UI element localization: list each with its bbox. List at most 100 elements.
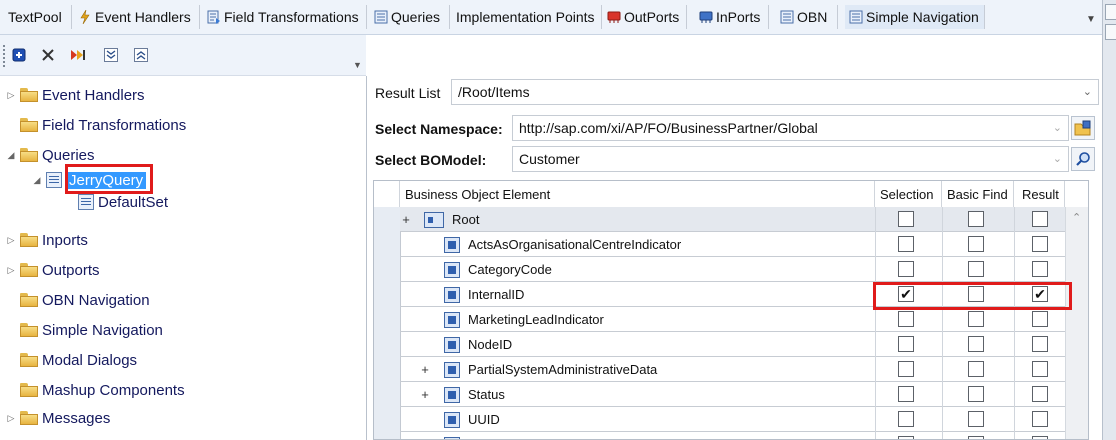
grid-divider: [875, 257, 876, 282]
selection-checkbox[interactable]: [898, 436, 914, 439]
basic-find-checkbox[interactable]: [968, 436, 984, 439]
selection-checkbox[interactable]: [898, 336, 914, 352]
column-header-element[interactable]: Business Object Element: [400, 181, 875, 207]
tree-item-mashup-components[interactable]: Mashup Components: [6, 378, 185, 402]
table-row[interactable]: MarketingLeadIndicator: [400, 307, 1065, 332]
table-row[interactable]: [400, 432, 1065, 439]
element-cell: ActsAsOrganisationalCentreIndicator: [444, 232, 681, 257]
collapse-arrow-icon[interactable]: ◢: [6, 150, 16, 161]
result-checkbox[interactable]: [1032, 386, 1048, 402]
basic-find-checkbox[interactable]: [968, 261, 984, 277]
scroll-up-icon[interactable]: ⌃: [1072, 211, 1081, 224]
table-row[interactable]: + PartialSystemAdministrativeData: [400, 357, 1065, 382]
expand-arrow-icon[interactable]: ▷: [6, 413, 16, 424]
tree-item-field-transformations[interactable]: Field Transformations: [6, 113, 186, 137]
tree-item-inports[interactable]: ▷ Inports: [6, 228, 88, 252]
tree-item-obn-navigation[interactable]: OBN Navigation: [6, 288, 150, 312]
bomodel-dropdown[interactable]: Customer ⌄: [512, 146, 1069, 172]
basic-find-checkbox[interactable]: [968, 236, 984, 252]
tab-implementation-points[interactable]: Implementation Points: [452, 5, 602, 29]
tab-obn[interactable]: OBN: [776, 5, 838, 29]
table-row[interactable]: + Status: [400, 382, 1065, 407]
namespace-dropdown[interactable]: http://sap.com/xi/AP/FO/BusinessPartner/…: [512, 115, 1069, 141]
result-checkbox[interactable]: [1032, 336, 1048, 352]
collapse-all-button[interactable]: [131, 45, 151, 65]
result-checkbox[interactable]: [1032, 436, 1048, 439]
result-checkbox[interactable]: [1032, 361, 1048, 377]
expand-all-icon: [104, 48, 118, 62]
selection-checkbox[interactable]: [898, 236, 914, 252]
basic-find-checkbox[interactable]: [968, 286, 984, 302]
search-bomodel-button[interactable]: [1071, 147, 1095, 171]
tree-item-queries[interactable]: ◢ Queries: [6, 143, 95, 167]
result-checkbox[interactable]: [1032, 261, 1048, 277]
tab-outports[interactable]: OutPorts: [603, 5, 687, 29]
business-object-grid: Business Object Element Selection Basic …: [373, 180, 1089, 440]
element-name: ActsAsOrganisationalCentreIndicator: [468, 237, 682, 252]
expand-arrow-icon[interactable]: ▷: [6, 90, 16, 101]
tab-overflow-chevron-icon[interactable]: ▼: [1086, 14, 1096, 25]
forward-button[interactable]: [68, 45, 88, 65]
vertical-scrollbar[interactable]: ⌃: [1065, 207, 1088, 439]
side-panel-tab[interactable]: [1105, 24, 1116, 40]
basic-find-checkbox[interactable]: [968, 361, 984, 377]
selection-checkbox[interactable]: [898, 261, 914, 277]
selection-checkbox[interactable]: [898, 311, 914, 327]
column-header-selection[interactable]: Selection: [875, 181, 942, 207]
result-list-dropdown[interactable]: /Root/Items ⌄: [451, 79, 1099, 105]
tab-event-handlers[interactable]: Event Handlers: [74, 5, 200, 29]
tab-queries[interactable]: Queries: [370, 5, 450, 29]
basic-find-checkbox[interactable]: [968, 411, 984, 427]
result-checkbox[interactable]: ✔: [1032, 286, 1048, 302]
tree-item-modal-dialogs[interactable]: Modal Dialogs: [6, 348, 137, 372]
basic-find-checkbox[interactable]: [968, 336, 984, 352]
expand-node-icon[interactable]: +: [420, 362, 430, 377]
result-checkbox[interactable]: [1032, 211, 1048, 227]
delete-button[interactable]: [38, 45, 58, 65]
table-row[interactable]: InternalID ✔ ✔: [400, 282, 1065, 307]
expand-arrow-icon[interactable]: ▷: [6, 265, 16, 276]
selection-checkbox[interactable]: [898, 411, 914, 427]
browse-namespace-button[interactable]: [1071, 116, 1095, 140]
result-checkbox[interactable]: [1032, 236, 1048, 252]
table-row[interactable]: CategoryCode: [400, 257, 1065, 282]
tree-item-defaultset[interactable]: DefaultSet: [78, 190, 168, 214]
tree-item-simple-navigation[interactable]: Simple Navigation: [6, 318, 163, 342]
column-header-result[interactable]: Result: [1014, 181, 1065, 207]
tab-inports[interactable]: InPorts: [695, 5, 769, 29]
table-row[interactable]: + Root: [400, 207, 1065, 232]
tree-item-messages[interactable]: ▷ Messages: [6, 406, 111, 430]
collapse-all-icon: [134, 48, 148, 62]
table-row[interactable]: ActsAsOrganisationalCentreIndicator: [400, 232, 1065, 257]
table-row[interactable]: UUID: [400, 407, 1065, 432]
tree-item-event-handlers[interactable]: ▷ Event Handlers: [6, 83, 145, 107]
selection-checkbox[interactable]: [898, 211, 914, 227]
toolbar-grip[interactable]: [3, 45, 5, 67]
add-button[interactable]: [9, 45, 29, 65]
tab-textpool[interactable]: TextPool: [4, 5, 72, 29]
expand-node-icon[interactable]: +: [401, 212, 411, 227]
result-checkbox[interactable]: [1032, 311, 1048, 327]
table-row[interactable]: NodeID: [400, 332, 1065, 357]
basic-find-checkbox[interactable]: [968, 311, 984, 327]
toolbar-overflow-icon[interactable]: ▼: [353, 60, 362, 70]
selection-checkbox[interactable]: ✔: [898, 286, 914, 302]
tree-item-jerryquery[interactable]: ◢ JerryQuery: [32, 168, 147, 192]
folder-icon: [20, 233, 38, 247]
element-icon: [444, 361, 460, 378]
column-header-basic-find[interactable]: Basic Find: [942, 181, 1014, 207]
selection-checkbox[interactable]: [898, 361, 914, 377]
tab-field-transformations[interactable]: Field Transformations: [203, 5, 367, 29]
basic-find-checkbox[interactable]: [968, 386, 984, 402]
side-panel-tab[interactable]: [1105, 4, 1116, 20]
expand-arrow-icon[interactable]: ▷: [6, 235, 16, 246]
node-icon: [424, 211, 444, 228]
expand-all-button[interactable]: [101, 45, 121, 65]
result-checkbox[interactable]: [1032, 411, 1048, 427]
selection-checkbox[interactable]: [898, 386, 914, 402]
expand-node-icon[interactable]: +: [420, 387, 430, 402]
collapse-arrow-icon[interactable]: ◢: [32, 175, 42, 186]
tab-simple-navigation[interactable]: Simple Navigation: [845, 5, 985, 29]
basic-find-checkbox[interactable]: [968, 211, 984, 227]
tree-item-outports[interactable]: ▷ Outports: [6, 258, 100, 282]
